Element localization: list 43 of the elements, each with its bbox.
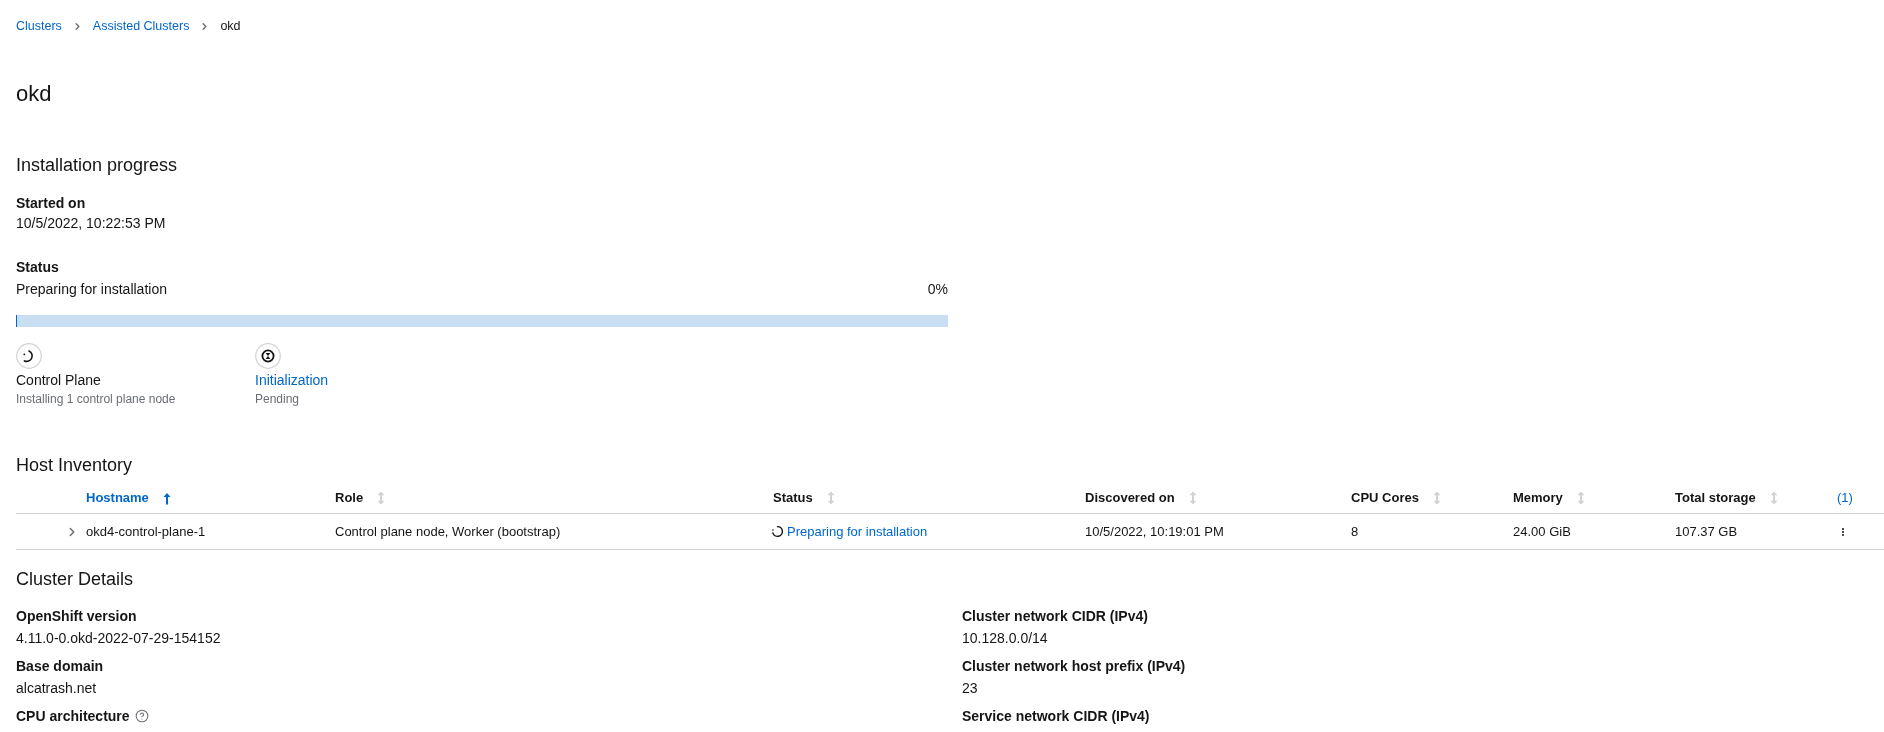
progress-percent: 0% xyxy=(927,280,948,299)
table-cell: okd4-control-plane-1 xyxy=(86,522,206,541)
step-title-link[interactable]: Initialization xyxy=(255,370,329,390)
detail-value: 23 xyxy=(962,679,978,698)
field-label: Status xyxy=(16,258,59,277)
detail-label: Base domain xyxy=(16,657,104,676)
spinner-icon xyxy=(771,525,784,538)
step-subtitle: Pending xyxy=(255,391,300,407)
column-header[interactable]: Total storage xyxy=(1675,489,1778,507)
column-header[interactable]: Role xyxy=(335,489,386,507)
breadcrumb-link[interactable]: Clusters xyxy=(16,17,62,35)
status-link[interactable]: Preparing for installation xyxy=(787,522,928,541)
breadcrumb-link[interactable]: Assisted Clusters xyxy=(92,17,190,35)
step-title: Control Plane xyxy=(16,371,101,390)
field-label: Started on xyxy=(16,194,86,213)
status-text: Preparing for installation xyxy=(16,280,167,299)
section-heading: Cluster Details xyxy=(16,568,134,591)
detail-label: CPU architecture xyxy=(16,707,130,726)
detail-label: Cluster network CIDR (IPv4) xyxy=(962,607,1148,626)
table-cell: 107.37 GB xyxy=(1675,522,1738,541)
section-heading: Installation progress xyxy=(16,154,178,177)
table-cell: 24.00 GiB xyxy=(1513,522,1571,541)
detail-value: 4.11.0-0.okd-2022-07-29-154152 xyxy=(16,629,221,648)
table-cell: 10/5/2022, 10:19:01 PM xyxy=(1085,522,1224,541)
detail-label: Cluster network host prefix (IPv4) xyxy=(962,657,1186,676)
step-subtitle: Installing 1 control plane node xyxy=(16,391,176,407)
field-value: 10/5/2022, 10:22:53 PM xyxy=(16,214,166,233)
section-heading: Host Inventory xyxy=(16,454,133,477)
column-header[interactable]: Hostname xyxy=(86,489,171,507)
breadcrumb-current: okd xyxy=(220,18,241,35)
detail-label: Service network CIDR (IPv4) xyxy=(962,707,1150,726)
table-cell: Control plane node, Worker (bootstrap) xyxy=(335,522,561,541)
column-header[interactable]: Discovered on xyxy=(1085,489,1197,507)
column-header[interactable]: Memory xyxy=(1513,489,1585,507)
columns-count-link[interactable]: (1) xyxy=(1837,489,1853,507)
column-header[interactable]: CPU Cores xyxy=(1351,489,1441,507)
page-title: okd xyxy=(16,80,52,108)
detail-value: 10.128.0.0/14 xyxy=(962,629,1048,648)
column-header[interactable]: Status xyxy=(773,489,835,507)
detail-label: OpenShift version xyxy=(16,607,137,626)
detail-value: alcatrash.net xyxy=(16,679,97,698)
help-icon[interactable] xyxy=(134,709,149,723)
table-cell: 8 xyxy=(1351,522,1359,541)
